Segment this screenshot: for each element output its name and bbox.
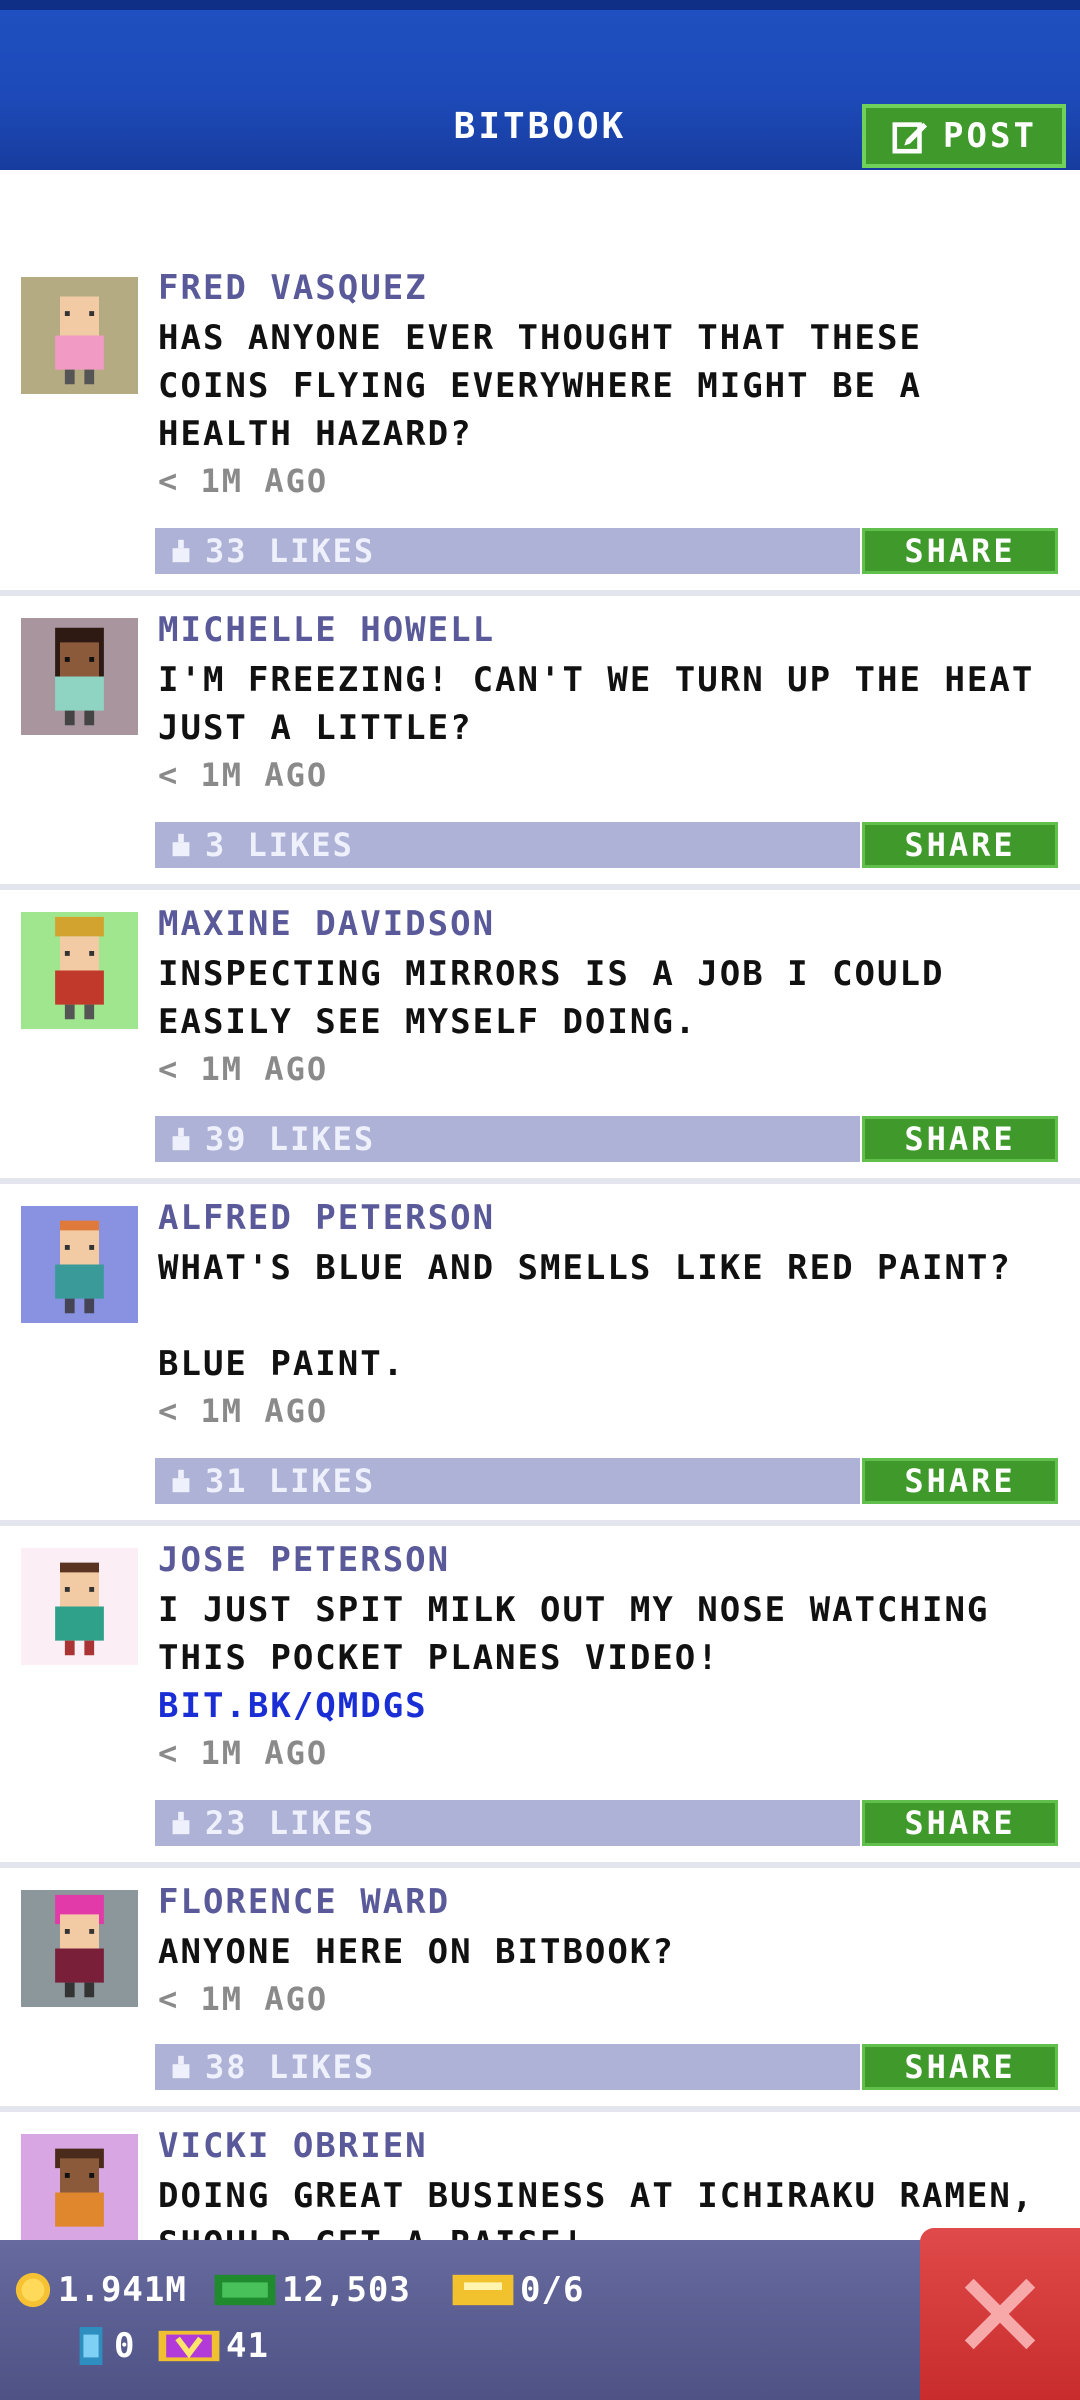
like-button[interactable]: 3 LIKES <box>155 822 860 868</box>
like-button[interactable]: 38 LIKES <box>155 2044 860 2090</box>
post-button-label: POST <box>943 116 1037 156</box>
tickets-stat[interactable]: 0/6 <box>452 2270 584 2310</box>
vip-value: 41 <box>226 2326 269 2366</box>
like-icon <box>172 1811 190 1835</box>
bux-value: 0 <box>114 2326 136 2366</box>
vip-stat[interactable]: 41 <box>158 2326 269 2366</box>
post-author[interactable]: VICKI OBRIEN <box>158 2126 428 2166</box>
post-author[interactable]: ALFRED PETERSON <box>158 1198 495 1238</box>
post-text: WHAT'S BLUE AND SMELLS LIKE RED PAINT? B… <box>158 1248 1012 1384</box>
post-author[interactable]: FRED VASQUEZ <box>158 268 428 308</box>
person-avatar-icon <box>55 1220 104 1314</box>
post-time: < 1M AGO <box>158 1050 329 1088</box>
bux-icon <box>79 2327 103 2365</box>
share-button[interactable]: SHARE <box>862 528 1058 574</box>
post-author[interactable]: JOSE PETERSON <box>158 1540 450 1580</box>
avatar <box>21 277 138 394</box>
post-text: INSPECTING MIRRORS IS A JOB I COULD EASI… <box>158 954 945 1042</box>
avatar <box>21 912 138 1029</box>
person-avatar-icon <box>55 1562 104 1656</box>
coin-icon <box>15 2272 51 2308</box>
like-icon <box>172 1127 190 1151</box>
post-author[interactable]: MICHELLE HOWELL <box>158 610 495 650</box>
cash-stat[interactable]: 12,503 <box>214 2270 411 2310</box>
like-count: 3 LIKES <box>205 826 354 864</box>
like-count: 31 LIKES <box>205 1462 376 1500</box>
cash-value: 12,503 <box>282 2270 411 2310</box>
like-count: 39 LIKES <box>205 1120 376 1158</box>
share-button[interactable]: SHARE <box>862 1458 1058 1504</box>
person-avatar-icon <box>55 916 104 1020</box>
app-header: BITBOOK POST <box>0 0 1080 170</box>
resource-bar: 1.941M 12,503 0/6 0 41 <box>0 2240 1080 2400</box>
like-icon <box>172 2055 190 2079</box>
post-text: I'M FREEZING! CAN'T WE TURN UP THE HEAT … <box>158 660 1035 748</box>
avatar <box>21 1548 138 1665</box>
like-button[interactable]: 31 LIKES <box>155 1458 860 1504</box>
like-button[interactable]: 23 LIKES <box>155 1800 860 1846</box>
post-button[interactable]: POST <box>862 104 1066 168</box>
person-avatar-icon <box>55 2148 104 2227</box>
divider <box>0 1178 1080 1184</box>
person-avatar-icon <box>55 627 104 726</box>
like-button[interactable]: 39 LIKES <box>155 1116 860 1162</box>
coins-value: 1.941M <box>58 2270 187 2310</box>
like-count: 33 LIKES <box>205 532 376 570</box>
post-time: < 1M AGO <box>158 1980 329 2018</box>
post-author[interactable]: FLORENCE WARD <box>158 1882 450 1922</box>
like-icon <box>172 833 190 857</box>
tickets-value: 0/6 <box>520 2270 585 2310</box>
post-author[interactable]: MAXINE DAVIDSON <box>158 904 495 944</box>
edit-icon <box>892 122 928 154</box>
like-button[interactable]: 33 LIKES <box>155 528 860 574</box>
post-text: DOING GREAT BUSINESS AT ICHIRAKU RAMEN, … <box>158 2176 1035 2240</box>
divider <box>0 2106 1080 2112</box>
coins-stat[interactable]: 1.941M <box>14 2270 187 2310</box>
avatar <box>21 2134 138 2240</box>
bux-stat[interactable]: 0 <box>74 2326 135 2366</box>
close-icon <box>964 2278 1036 2350</box>
divider <box>0 590 1080 596</box>
like-count: 38 LIKES <box>205 2048 376 2086</box>
share-button[interactable]: SHARE <box>862 2044 1058 2090</box>
post-link[interactable]: BIT.BK/QMDGS <box>158 1686 428 1726</box>
post-text: I JUST SPIT MILK OUT MY NOSE WATCHING TH… <box>158 1590 990 1678</box>
divider <box>0 884 1080 890</box>
bitbook-feed[interactable]: FRED VASQUEZ HAS ANYONE EVER THOUGHT THA… <box>0 170 1080 2240</box>
post-text: HAS ANYONE EVER THOUGHT THAT THESE COINS… <box>158 318 922 454</box>
divider <box>0 1520 1080 1526</box>
person-avatar-icon <box>55 296 104 385</box>
ticket-icon <box>452 2274 514 2306</box>
like-icon <box>172 1469 190 1493</box>
avatar <box>21 618 138 735</box>
vip-icon <box>158 2330 220 2362</box>
like-count: 23 LIKES <box>205 1804 376 1842</box>
like-icon <box>172 539 190 563</box>
post-time: < 1M AGO <box>158 1392 329 1430</box>
person-avatar-icon <box>55 1894 104 1998</box>
cash-icon <box>214 2274 276 2306</box>
divider <box>0 1862 1080 1868</box>
post-time: < 1M AGO <box>158 1734 329 1772</box>
share-button[interactable]: SHARE <box>862 1116 1058 1162</box>
share-button[interactable]: SHARE <box>862 1800 1058 1846</box>
avatar <box>21 1206 138 1323</box>
post-time: < 1M AGO <box>158 462 329 500</box>
share-button[interactable]: SHARE <box>862 822 1058 868</box>
avatar <box>21 1890 138 2007</box>
post-time: < 1M AGO <box>158 756 329 794</box>
close-button[interactable] <box>920 2228 1080 2400</box>
post-text: ANYONE HERE ON BITBOOK? <box>158 1932 675 1972</box>
